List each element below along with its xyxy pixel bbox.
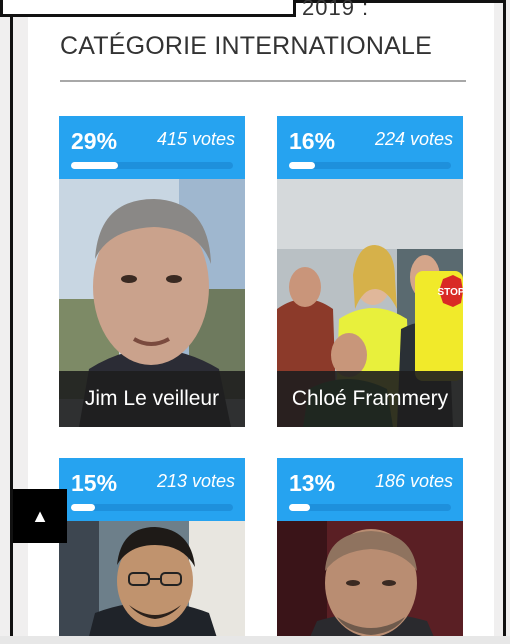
vote-progress-fill	[289, 504, 311, 511]
vote-percent: 16%	[289, 128, 336, 154]
frame-left-border	[10, 0, 13, 644]
bottom-strip	[0, 636, 510, 644]
nominee-name: Chloé Frammery	[277, 371, 463, 427]
vote-header: 29% 415 votes	[59, 116, 245, 179]
vote-progress-bar	[71, 504, 233, 511]
vote-count: 415 votes	[156, 129, 235, 149]
nominee-card-4[interactable]: 13% 186 votes	[277, 458, 463, 644]
vote-count: 213 votes	[156, 471, 235, 491]
vote-count: 186 votes	[374, 471, 453, 491]
vote-count: 224 votes	[374, 129, 453, 149]
triangle-up-icon: ▲	[31, 505, 49, 526]
vote-progress-fill	[71, 162, 118, 169]
vote-percent: 29%	[71, 128, 118, 154]
sign-text: STOP	[437, 287, 463, 298]
cut-heading-text: 2019 :	[302, 0, 370, 20]
vote-progress-bar	[289, 504, 451, 511]
nominee-card-2[interactable]: 16% 224 votes STOP Chloé Frammery	[277, 116, 463, 427]
vote-header: 13% 186 votes	[277, 458, 463, 521]
nominee-card-3[interactable]: 15% 213 votes	[59, 458, 245, 644]
nominee-card-1[interactable]: 29% 415 votes Jim Le veilleur	[59, 116, 245, 427]
vote-percent: 13%	[289, 470, 336, 496]
page-title: CATÉGORIE INTERNATIONALE	[60, 32, 432, 60]
scroll-to-top-button[interactable]: ▲	[13, 489, 67, 543]
frame-right-border	[503, 0, 506, 644]
title-divider	[60, 80, 466, 82]
nominee-name: Jim Le veilleur	[59, 371, 245, 427]
vote-header: 16% 224 votes	[277, 116, 463, 179]
vote-progress-bar	[71, 162, 233, 169]
nominee-photo	[59, 521, 245, 644]
vote-progress-fill	[289, 162, 315, 169]
vote-header: 15% 213 votes	[59, 458, 245, 521]
nominee-photo	[277, 521, 463, 644]
vote-progress-bar	[289, 162, 451, 169]
top-tab	[0, 0, 296, 17]
vote-percent: 15%	[71, 470, 118, 496]
vote-progress-fill	[71, 504, 96, 511]
